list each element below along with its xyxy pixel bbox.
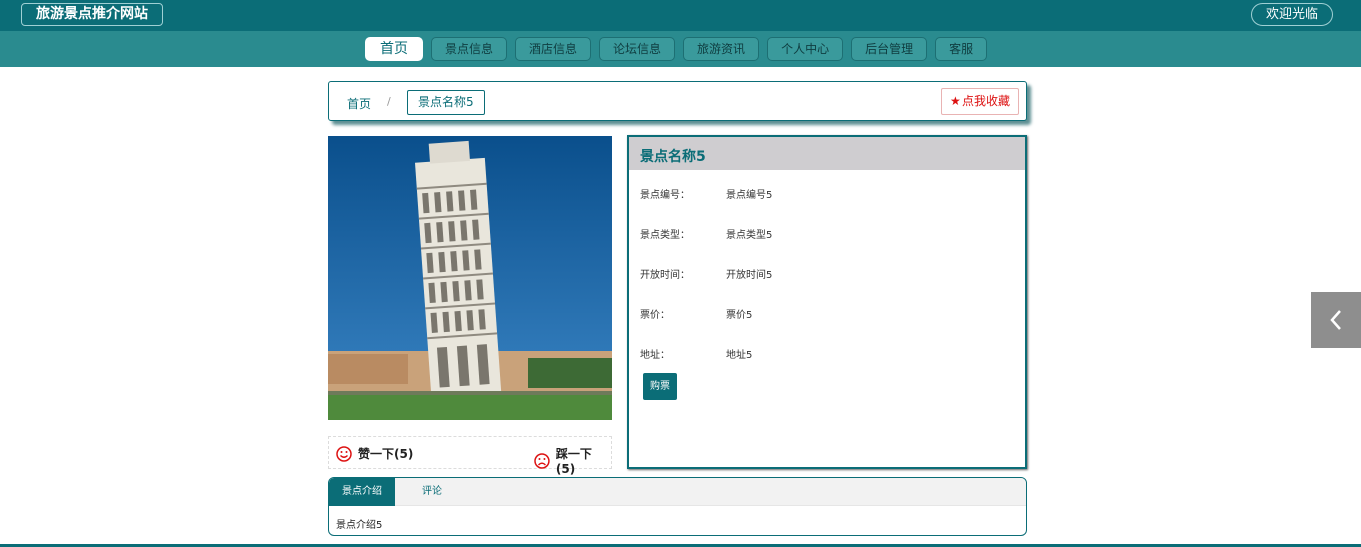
chevron-left-icon bbox=[1330, 310, 1341, 330]
detail-label: 票价： bbox=[640, 310, 670, 321]
breadcrumb-separator: / bbox=[387, 95, 391, 108]
nav-items: 首页 景点信息 酒店信息 论坛信息 旅游资讯 个人中心 后台管理 客服 bbox=[365, 37, 988, 61]
star-icon: ★ bbox=[949, 94, 961, 108]
attraction-details: 景点名称5 景点编号： 景点编号5 景点类型： 景点类型5 开放时间： 开放时间5 票… bbox=[627, 135, 1027, 469]
detail-label: 地址： bbox=[640, 350, 670, 361]
dislike-label: 踩一下(5) bbox=[555, 447, 592, 476]
tab-comments[interactable]: 评论 bbox=[409, 478, 455, 506]
favorite-label: 点我收藏 bbox=[961, 94, 1010, 108]
nav-item-news[interactable]: 旅游资讯 bbox=[683, 37, 760, 61]
detail-label: 景点编号： bbox=[640, 190, 690, 201]
detail-row-id: 景点编号： 景点编号5 bbox=[640, 186, 772, 201]
nav-item-attractions[interactable]: 景点信息 bbox=[431, 37, 508, 61]
detail-value: 景点类型5 bbox=[726, 230, 773, 241]
buy-ticket-button[interactable]: 购票 bbox=[643, 373, 677, 400]
breadcrumb: 首页 / 景点名称5 ★点我收藏 bbox=[328, 81, 1027, 121]
detail-row-type: 景点类型： 景点类型5 bbox=[640, 226, 772, 241]
detail-label: 景点类型： bbox=[640, 230, 690, 241]
main-nav: 首页 景点信息 酒店信息 论坛信息 旅游资讯 个人中心 后台管理 客服 bbox=[0, 31, 1361, 67]
attraction-title: 景点名称5 bbox=[640, 149, 706, 165]
nav-item-forum[interactable]: 论坛信息 bbox=[599, 37, 676, 61]
favorite-button[interactable]: ★点我收藏 bbox=[940, 88, 1019, 115]
detail-row-address: 地址： 地址5 bbox=[640, 346, 752, 361]
breadcrumb-home[interactable]: 首页 bbox=[347, 95, 371, 112]
breadcrumb-current[interactable]: 景点名称5 bbox=[407, 90, 485, 115]
nav-item-support[interactable]: 客服 bbox=[935, 37, 988, 61]
nav-item-hotels[interactable]: 酒店信息 bbox=[515, 37, 592, 61]
detail-value: 景点编号5 bbox=[726, 190, 773, 201]
reaction-bar: 赞一下(5) 踩一下(5) bbox=[328, 436, 612, 476]
detail-value: 开放时间5 bbox=[726, 270, 773, 281]
tabs-header: 景点介绍 评论 bbox=[329, 478, 1026, 506]
leaning-tower-photo bbox=[328, 136, 612, 420]
detail-value: 票价5 bbox=[726, 310, 753, 321]
side-panel-toggle[interactable] bbox=[1311, 292, 1361, 348]
like-button[interactable]: 赞一下(5) bbox=[336, 445, 413, 462]
nav-item-home[interactable]: 首页 bbox=[365, 37, 423, 61]
frown-icon bbox=[534, 452, 550, 469]
smile-icon bbox=[336, 445, 352, 462]
detail-value: 地址5 bbox=[726, 350, 753, 361]
details-header: 景点名称5 bbox=[629, 137, 1025, 170]
detail-label: 开放时间： bbox=[640, 270, 690, 281]
like-label: 赞一下(5) bbox=[358, 447, 414, 461]
tab-content: 景点介绍5 bbox=[336, 520, 383, 531]
tabs-panel: 景点介绍 评论 景点介绍5 bbox=[328, 477, 1027, 536]
nav-item-admin[interactable]: 后台管理 bbox=[851, 37, 928, 61]
welcome-badge: 欢迎光临 bbox=[1250, 3, 1333, 26]
top-bar: 旅游景点推介网站 欢迎光临 bbox=[0, 0, 1361, 31]
attraction-photo[interactable] bbox=[328, 136, 612, 420]
site-title[interactable]: 旅游景点推介网站 bbox=[21, 3, 163, 26]
dislike-button[interactable]: 踩一下(5) bbox=[534, 445, 611, 476]
nav-item-profile[interactable]: 个人中心 bbox=[767, 37, 844, 61]
tab-introduction[interactable]: 景点介绍 bbox=[329, 478, 395, 506]
detail-row-hours: 开放时间： 开放时间5 bbox=[640, 266, 772, 281]
detail-row-price: 票价： 票价5 bbox=[640, 306, 752, 321]
